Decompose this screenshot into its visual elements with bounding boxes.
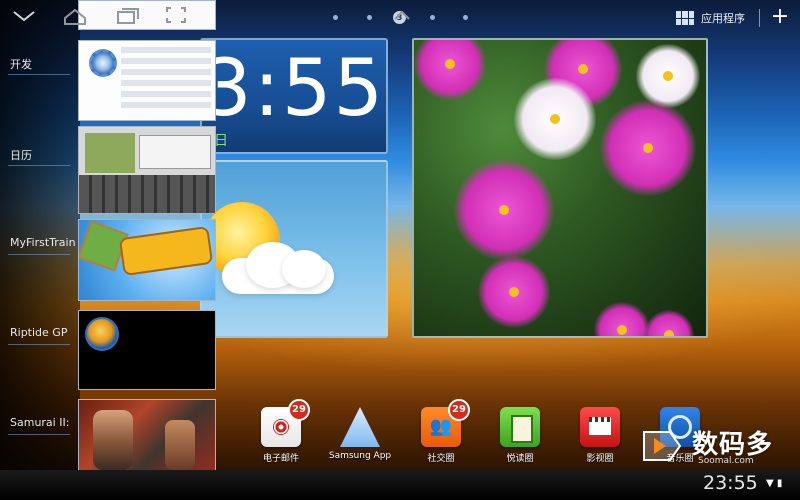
recent-app-divider [8, 74, 70, 75]
recent-app-thumbnail-samurai[interactable] [78, 399, 216, 479]
flower-image [414, 40, 486, 100]
status-icons[interactable]: ▼ ▮ [766, 478, 782, 489]
status-clock[interactable]: 23:55 [703, 472, 758, 494]
watermark-logo-icon [643, 431, 682, 461]
recent-app-thumbnail-calendar[interactable] [78, 126, 216, 214]
recent-apps-button-icon[interactable] [114, 4, 140, 26]
settings-list [121, 47, 211, 113]
samsung-apps-icon [340, 407, 380, 447]
gear-icon [89, 49, 117, 77]
page-dot[interactable] [463, 15, 468, 20]
weather-widget[interactable] [200, 160, 388, 338]
recent-app-divider [8, 344, 70, 345]
system-navigation-bar [0, 470, 800, 500]
dock-app-label: 影视圈 [586, 454, 614, 464]
book-icon [500, 407, 540, 447]
recent-app-divider [8, 165, 70, 166]
flower-image [644, 310, 694, 336]
flower-image [600, 100, 696, 196]
dock-app-label: 社交圈 [427, 454, 455, 464]
recent-app-thumbnail-top[interactable] [78, 0, 216, 30]
dock-app-label: Samsung App [328, 451, 392, 461]
flower-image [636, 44, 700, 108]
apps-grid-icon [676, 11, 694, 25]
apps-button[interactable]: 应用程序 [676, 8, 745, 28]
recent-app-label[interactable]: Riptide GP [10, 326, 67, 339]
watermark-url: Soomal.com [698, 456, 754, 466]
chevron-up-icon[interactable] [390, 4, 414, 26]
watermark: 数码多 Soomal.com [640, 424, 796, 468]
battery-icon: ▮ [776, 478, 783, 489]
cloud-icon [282, 250, 326, 288]
notification-badge: 29 [448, 399, 470, 421]
notification-badge: 29 [288, 399, 310, 421]
page-dot[interactable] [430, 15, 435, 20]
apps-button-label: 应用程序 [701, 12, 745, 25]
clock-widget[interactable]: 3:55 日 [200, 38, 388, 154]
flower-image [594, 302, 650, 336]
dock-app-social-hub[interactable]: 29 社交圈 [406, 399, 476, 464]
calendar-dialog [139, 135, 211, 169]
dock-app-label: 悦读圈 [506, 454, 534, 464]
dock-app-video-hub[interactable]: 影视圈 [565, 407, 635, 464]
clock-date: 日 [214, 133, 228, 149]
dock-app-label: 电子邮件 [262, 454, 299, 464]
calendar-grid [85, 133, 135, 173]
home-button-icon[interactable] [62, 4, 88, 26]
game-character-image [93, 410, 133, 470]
recent-app-divider [8, 434, 70, 435]
dock-app-reader-hub[interactable]: 悦读圈 [485, 407, 555, 464]
clock-time: 3:55 [202, 44, 386, 134]
flower-image [478, 256, 550, 328]
recent-app-label[interactable]: MyFirstTrain [10, 236, 78, 249]
page-dot[interactable] [333, 15, 338, 20]
recent-app-label[interactable]: 日历 [10, 147, 32, 163]
recent-app-label[interactable]: 开发 [10, 56, 32, 72]
recent-app-label[interactable]: Samurai II: [10, 416, 69, 429]
people-icon: 29 [421, 399, 470, 447]
game-character-image [165, 420, 195, 470]
recent-app-thumbnail-riptide[interactable] [78, 310, 216, 390]
dock-app-email[interactable]: 29 电子邮件 [246, 399, 316, 464]
flower-image [514, 78, 596, 160]
recent-app-divider [8, 254, 70, 255]
recent-app-thumbnail-settings[interactable] [78, 40, 216, 121]
flower-image [454, 160, 554, 260]
back-button-icon[interactable] [10, 4, 38, 26]
screenshot-button-icon[interactable] [163, 4, 189, 26]
game-logo [85, 317, 119, 351]
wifi-icon: ▼ [766, 478, 774, 489]
game-logo [121, 228, 211, 274]
topbar-divider [759, 9, 760, 27]
photo-frame-widget[interactable] [412, 38, 708, 338]
page-dot[interactable] [367, 15, 372, 20]
dock-app-samsung-apps[interactable]: Samsung App [325, 407, 395, 461]
keyboard-image [79, 175, 215, 213]
recent-app-thumbnail-trains[interactable] [78, 219, 216, 301]
film-icon [580, 407, 620, 447]
add-widget-button[interactable]: + [768, 6, 792, 30]
email-icon: 29 [261, 399, 310, 447]
